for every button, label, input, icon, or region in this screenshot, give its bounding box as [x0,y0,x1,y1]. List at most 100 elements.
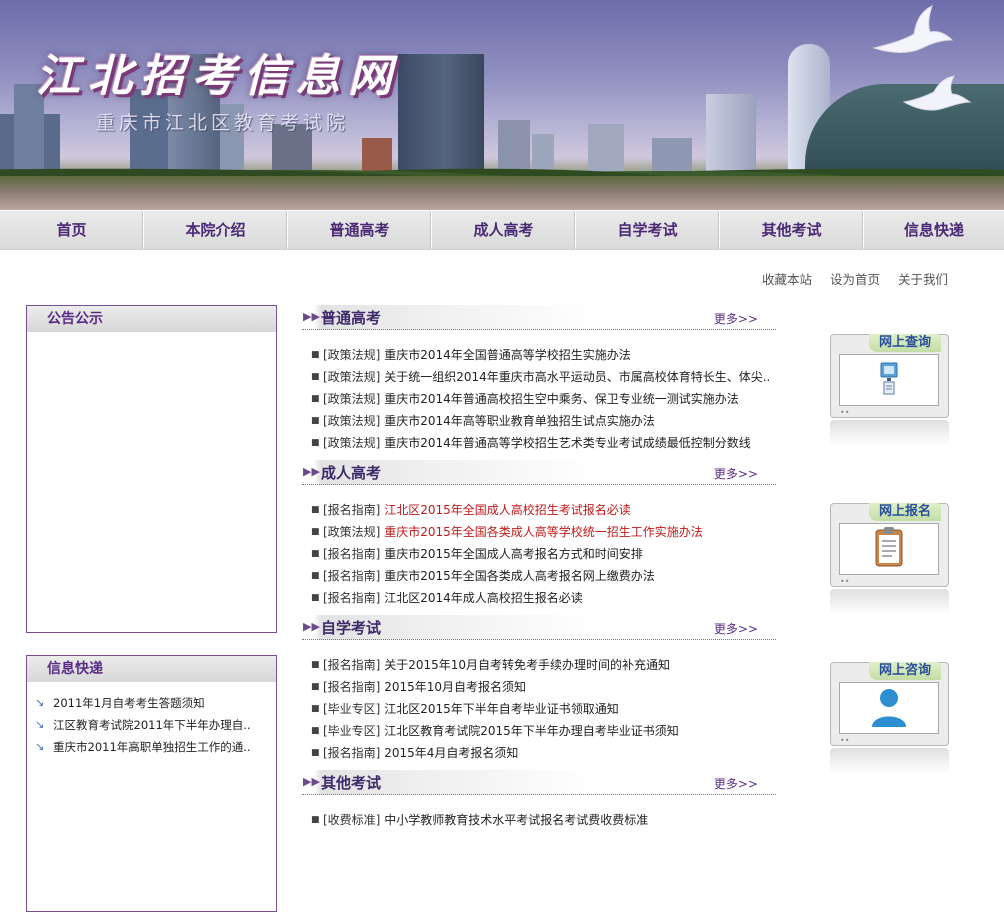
article-category: [收费标准] [323,813,381,827]
article-item[interactable]: ■ [政策法规] 重庆市2014年全国普通高等学校招生实施办法 [302,344,776,366]
user-icon [872,689,906,727]
widget-screen [839,682,939,734]
article-category: [政策法规] [323,370,381,384]
article-item[interactable]: ■ [政策法规] 重庆市2014年普通高校招生空中乘务、保卫专业统一测试实施办法 [302,388,776,410]
article-category: [报名指南] [323,680,381,694]
more-link[interactable]: 更多>> [714,310,758,327]
article-item[interactable]: ■ [报名指南] 重庆市2015年全国各类成人高考报名网上缴费办法 [302,565,776,587]
header-banner: 江北招考信息网 重庆市江北区教育考试院 [0,0,1004,210]
article-item[interactable]: ■ [政策法规] 重庆市2014年高等职业教育单独招生试点实施办法 [302,410,776,432]
article-list: ■ [报名指南] 江北区2015年全国成人高校招生考试报名必读 ■ [政策法规] 重… [302,499,776,609]
news-item[interactable]: ↘ 2011年1月自考考生答题须知 [27,692,263,714]
article-category: [报名指南] [323,503,381,517]
article-item[interactable]: ■ [报名指南] 2015年10月自考报名须知 [302,676,776,698]
square-bullet-icon: ■ [311,571,320,581]
nav-item-about[interactable]: 本院介绍 [144,211,288,249]
widget-dots: •• [840,736,850,745]
section-self-study: ▶▶ 自学考试 更多>> ■ [报名指南] 关于2015年10月自考转免考手续办理… [302,615,776,764]
article-item[interactable]: ■ [报名指南] 江北区2015年全国成人高校招生考试报名必读 [302,499,776,521]
news-item-text: 江区教育考试院2011年下半年办理自.. [53,718,251,732]
news-item-text: 2011年1月自考考生答题须知 [53,696,205,710]
widget-label: 网上查询 [869,334,941,352]
section-gaokao: ▶▶ 普通高考 更多>> ■ [政策法规] 重庆市2014年全国普通高等学校招生实… [302,305,776,454]
article-list: ■ [政策法规] 重庆市2014年全国普通高等学校招生实施办法 ■ [政策法规] 关… [302,344,776,454]
computer-icon [880,362,898,395]
notice-panel-title: 公告公示 [27,306,276,332]
dove-icon [872,5,954,53]
article-item[interactable]: ■ [报名指南] 2015年4月自考报名须知 [302,742,776,764]
notice-panel: 公告公示 [26,305,277,633]
square-bullet-icon: ■ [311,394,320,404]
article-item[interactable]: ■ [报名指南] 重庆市2015年全国成人高考报名方式和时间安排 [302,543,776,565]
square-bullet-icon: ■ [311,704,320,714]
more-link[interactable]: 更多>> [714,465,758,482]
widget-dots: •• [840,577,850,586]
square-bullet-icon: ■ [311,726,320,736]
more-link[interactable]: 更多>> [714,775,758,792]
article-title: 重庆市2014年普通高等学校招生艺术类专业考试成绩最低控制分数线 [384,436,751,450]
square-bullet-icon: ■ [311,682,320,692]
square-bullet-icon: ■ [311,593,320,603]
article-title: 重庆市2015年全国各类成人高等学校统一招生工作实施办法 [384,525,703,539]
widget-dots: •• [840,408,850,417]
news-item-text: 重庆市2011年高职单独招生工作的通.. [53,740,251,754]
online-query-button[interactable]: 网上查询 •• [830,334,949,446]
article-item[interactable]: ■ [毕业专区] 江北区2015年下半年自考毕业证书领取通知 [302,698,776,720]
article-category: [毕业专区] [323,702,381,716]
article-category: [报名指南] [323,547,381,561]
article-title: 重庆市2014年普通高校招生空中乘务、保卫专业统一测试实施办法 [384,392,739,406]
nav-item-gaokao[interactable]: 普通高考 [288,211,432,249]
square-bullet-icon: ■ [311,748,320,758]
square-bullet-icon: ■ [311,549,320,559]
nav-item-news[interactable]: 信息快递 [864,211,1004,249]
article-title: 重庆市2014年全国普通高等学校招生实施办法 [384,348,631,362]
square-bullet-icon: ■ [311,372,320,382]
nav-item-self-study[interactable]: 自学考试 [576,211,720,249]
nav-item-adult-exam[interactable]: 成人高考 [432,211,576,249]
article-item[interactable]: ■ [报名指南] 关于2015年10月自考转免考手续办理时间的补充通知 [302,654,776,676]
section-header: ▶▶ 普通高考 更多>> [302,305,776,330]
article-category: [报名指南] [323,658,381,672]
article-category: [政策法规] [323,436,381,450]
arrow-bullet-icon: ↘ [35,718,45,731]
bookmark-link[interactable]: 收藏本站 [762,272,812,287]
article-title: 重庆市2015年全国成人高考报名方式和时间安排 [384,547,643,561]
article-title: 2015年4月自考报名须知 [384,746,519,760]
article-item[interactable]: ■ [政策法规] 重庆市2015年全国各类成人高等学校统一招生工作实施办法 [302,521,776,543]
news-list: ↘ 2011年1月自考考生答题须知 ↘ 江区教育考试院2011年下半年办理自.. ↘… [27,692,276,758]
article-title: 重庆市2015年全国各类成人高考报名网上缴费办法 [384,569,655,583]
article-list: ■ [报名指南] 关于2015年10月自考转免考手续办理时间的补充通知 ■ [报名指… [302,654,776,764]
article-item[interactable]: ■ [报名指南] 江北区2014年成人高校招生报名必读 [302,587,776,609]
article-category: [报名指南] [323,569,381,583]
clipboard-icon [875,527,903,567]
square-bullet-icon: ■ [311,815,320,825]
news-item[interactable]: ↘ 重庆市2011年高职单独招生工作的通.. [27,736,263,758]
arrow-bullet-icon: ↘ [35,696,45,709]
article-item[interactable]: ■ [政策法规] 关于统一组织2014年重庆市高水平运动员、市属高校体育特长生、体… [302,366,776,388]
nav-item-other-exams[interactable]: 其他考试 [720,211,864,249]
article-item[interactable]: ■ [政策法规] 重庆市2014年普通高等学校招生艺术类专业考试成绩最低控制分数线 [302,432,776,454]
square-bullet-icon: ■ [311,416,320,426]
online-registration-button[interactable]: 网上报名 •• [830,503,949,615]
article-item[interactable]: ■ [收费标准] 中小学教师教育技术水平考试报名考试费收费标准 [302,809,776,831]
set-homepage-link[interactable]: 设为首页 [830,272,880,287]
more-link[interactable]: 更多>> [714,620,758,637]
widget-label: 网上咨询 [869,662,941,680]
section-title: 自学考试 [321,619,382,637]
main-nav: 首页 本院介绍 普通高考 成人高考 自学考试 其他考试 信息快递 [0,211,1004,250]
plaza-ground [0,176,1004,210]
section-header: ▶▶ 成人高考 更多>> [302,460,776,485]
widget-screen [839,523,939,575]
article-item[interactable]: ■ [毕业专区] 江北区教育考试院2015年下半年办理自考毕业证书须知 [302,720,776,742]
widget-reflection [830,420,949,446]
about-us-link[interactable]: 关于我们 [898,272,948,287]
nav-item-home[interactable]: 首页 [0,211,144,249]
news-item[interactable]: ↘ 江区教育考试院2011年下半年办理自.. [27,714,263,736]
online-consultation-button[interactable]: 网上咨询 •• [830,662,949,774]
news-panel-title: 信息快递 [27,656,276,682]
square-bullet-icon: ■ [311,438,320,448]
article-title: 江北区2015年全国成人高校招生考试报名必读 [384,503,631,517]
square-bullet-icon: ■ [311,505,320,515]
article-category: [报名指南] [323,591,381,605]
section-header: ▶▶ 自学考试 更多>> [302,615,776,640]
